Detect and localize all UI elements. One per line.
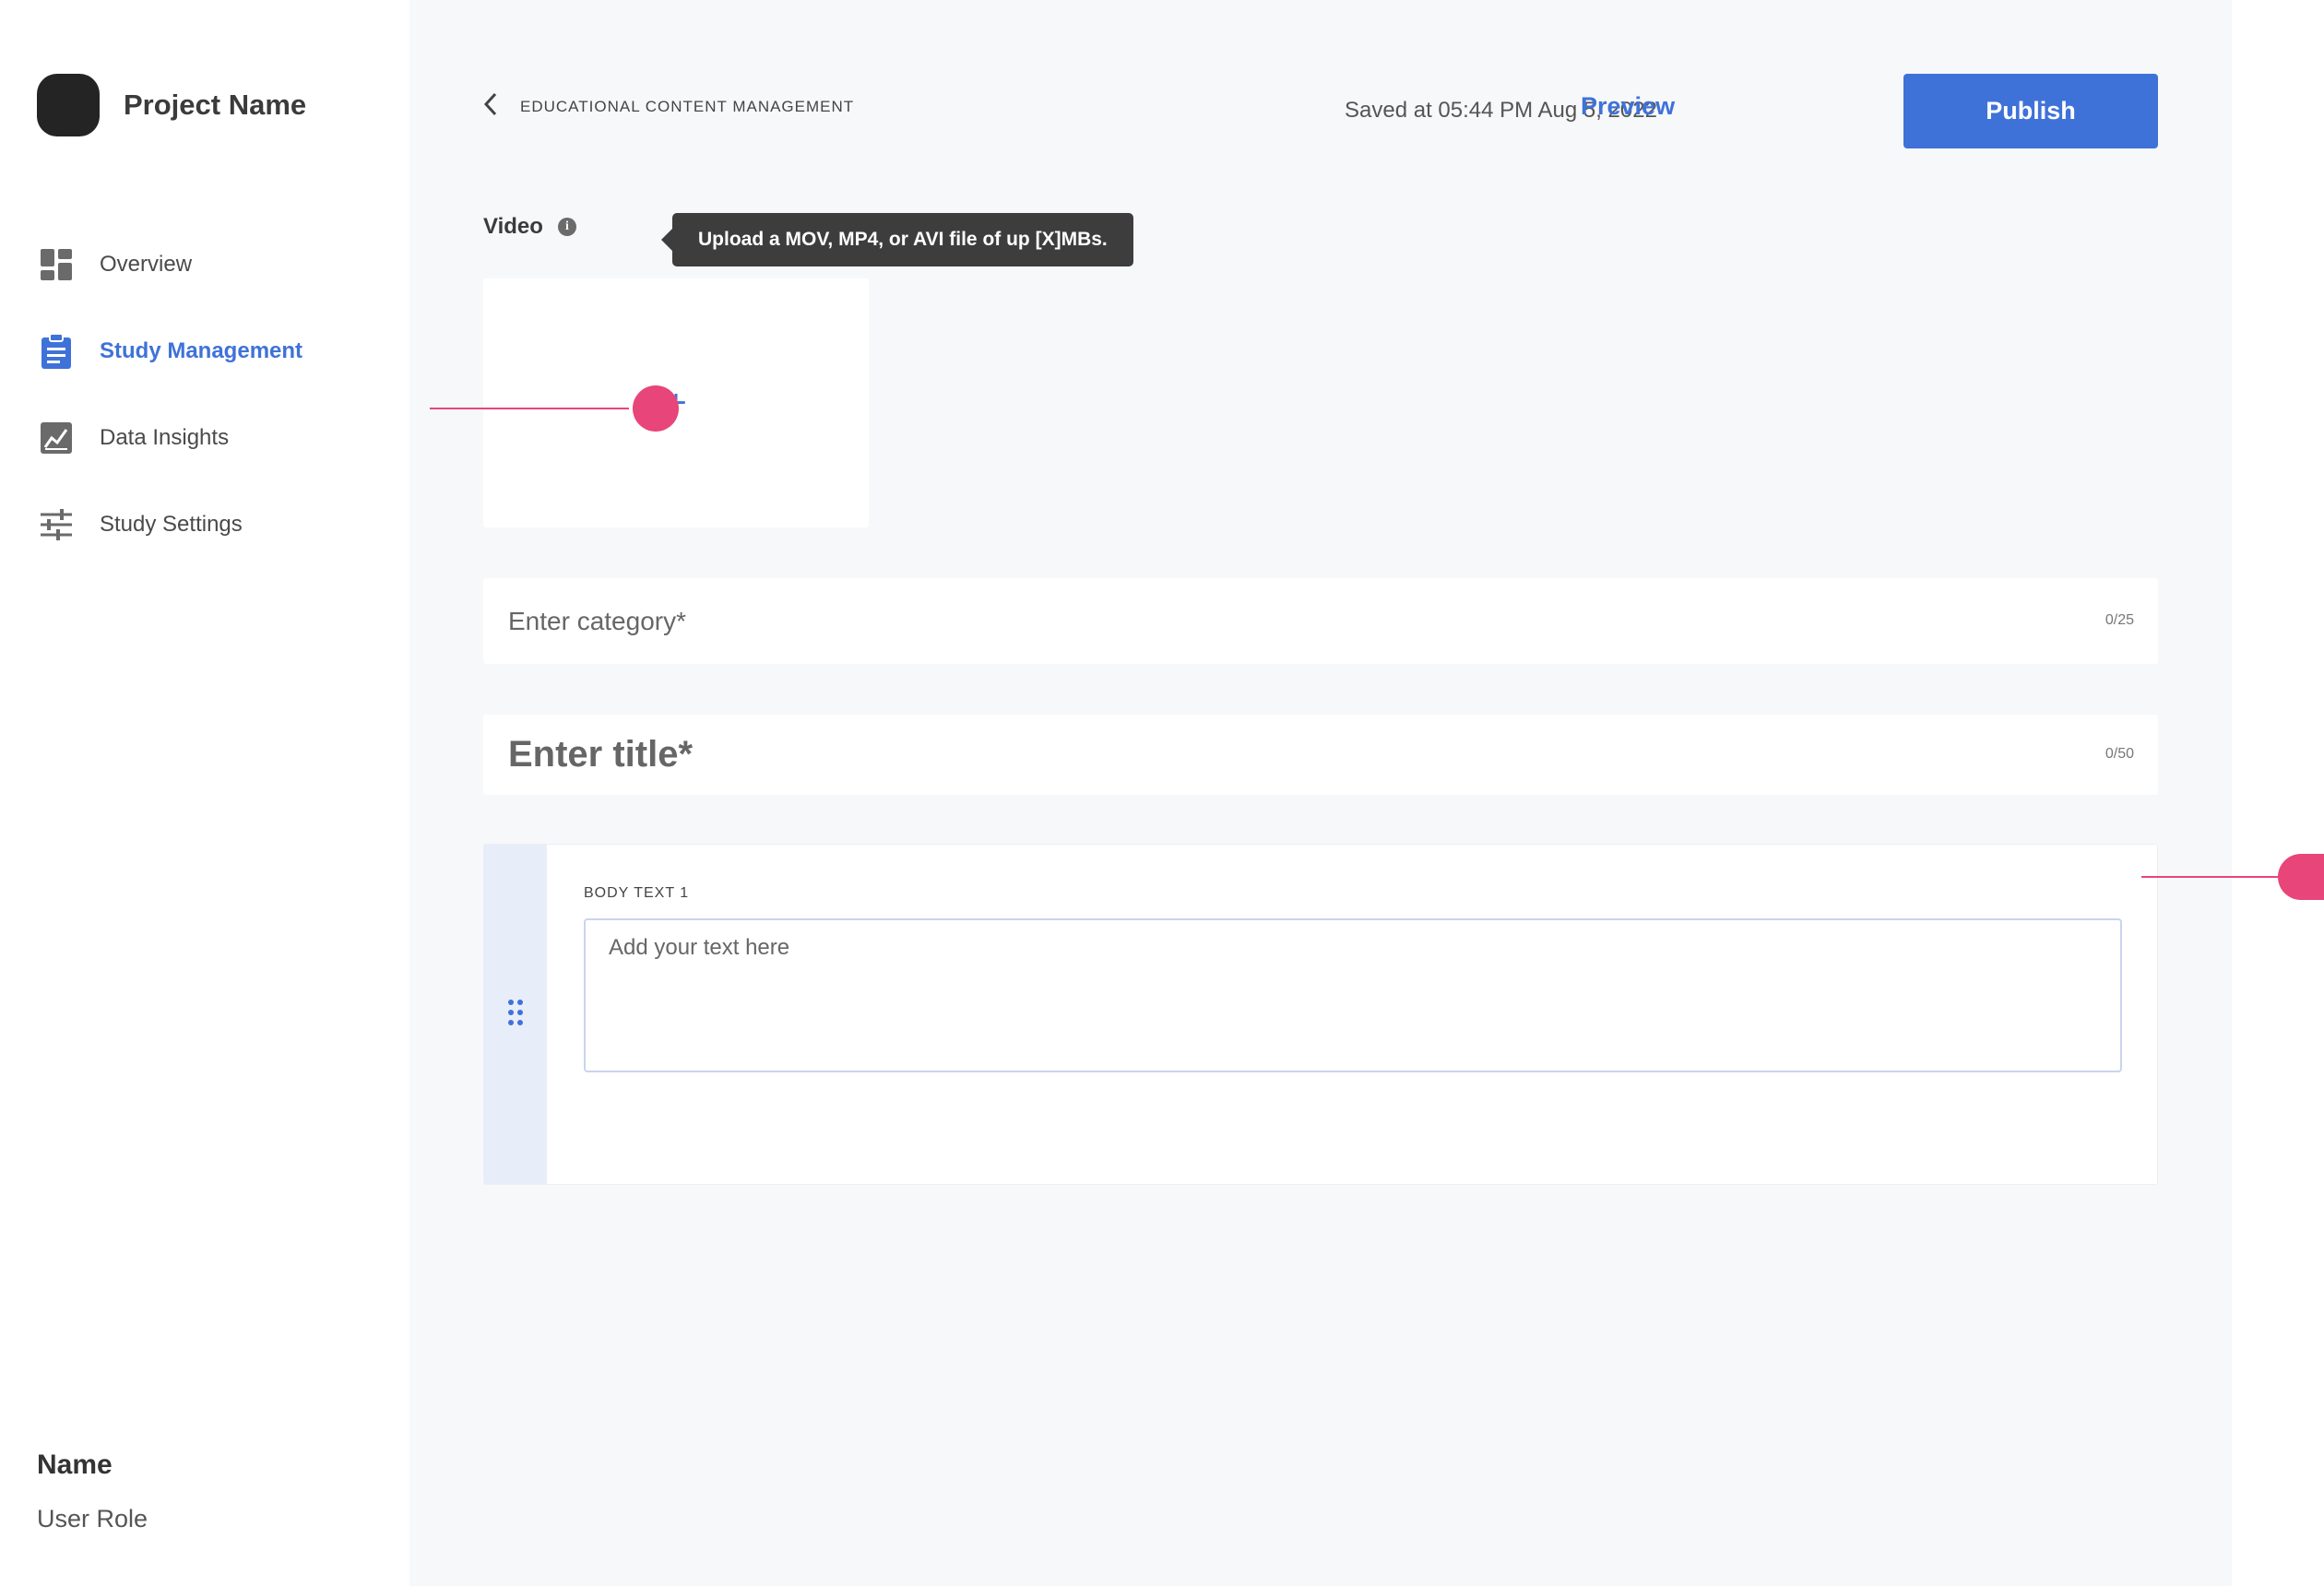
chevron-left-icon (483, 92, 498, 121)
main-content: EDUCATIONAL CONTENT MANAGEMENT Saved at … (409, 0, 2232, 1586)
category-field: 0/25 (483, 578, 2158, 664)
sidebar-item-data-insights[interactable]: Data Insights (0, 395, 409, 481)
publish-button[interactable]: Publish (1903, 74, 2158, 148)
user-name: Name (37, 1450, 113, 1480)
sidebar-item-label: Study Management (100, 338, 303, 363)
topbar: EDUCATIONAL CONTENT MANAGEMENT Saved at … (483, 74, 2158, 148)
brand: Project Name (37, 74, 306, 136)
user-profile[interactable]: Name User Role (37, 1450, 148, 1533)
annotation-marker (633, 385, 679, 432)
breadcrumb: EDUCATIONAL CONTENT MANAGEMENT (520, 97, 855, 115)
video-label-row: Video i Upload a MOV, MP4, or AVI file o… (483, 213, 1133, 266)
chart-icon (39, 420, 74, 456)
category-input[interactable] (483, 578, 2158, 664)
body-text-label: BODY TEXT 1 (584, 885, 690, 901)
project-logo (37, 74, 100, 136)
title-char-counter: 0/50 (2105, 746, 2134, 762)
annotation-connector (430, 408, 629, 409)
sidebar-item-study-settings[interactable]: Study Settings (0, 481, 409, 568)
preview-button[interactable]: Preview (1581, 92, 1675, 121)
clipboard-icon (39, 333, 74, 369)
sidebar-nav: Overview Study Management Data Insights … (0, 221, 409, 568)
project-name: Project Name (124, 89, 307, 121)
sidebar-item-label: Data Insights (100, 425, 230, 450)
body-text-input[interactable] (584, 918, 2122, 1072)
sidebar: Project Name Overview Study Management D… (0, 0, 409, 1586)
sidebar-item-label: Study Settings (100, 512, 243, 537)
title-input[interactable] (483, 715, 2158, 795)
right-margin (2232, 0, 2324, 1586)
sliders-icon (39, 507, 74, 542)
drag-handle[interactable] (484, 845, 547, 1184)
dashboard-icon (39, 247, 74, 282)
upload-tooltip: Upload a MOV, MP4, or AVI file of up [X]… (661, 213, 1133, 266)
sidebar-item-study-management[interactable]: Study Management (0, 308, 409, 395)
annotation-connector (2141, 876, 2282, 878)
body-text-block: BODY TEXT 1 (483, 844, 2158, 1185)
sidebar-item-label: Overview (100, 252, 193, 277)
user-role: User Role (37, 1505, 148, 1533)
annotation-marker (2278, 854, 2324, 900)
drag-handle-icon (508, 999, 523, 1030)
back-button[interactable]: EDUCATIONAL CONTENT MANAGEMENT (483, 92, 854, 121)
info-icon[interactable]: i (557, 218, 576, 236)
sidebar-item-overview[interactable]: Overview (0, 221, 409, 308)
category-char-counter: 0/25 (2105, 612, 2134, 628)
title-field: 0/50 (483, 715, 2158, 795)
video-label: Video (483, 214, 543, 239)
